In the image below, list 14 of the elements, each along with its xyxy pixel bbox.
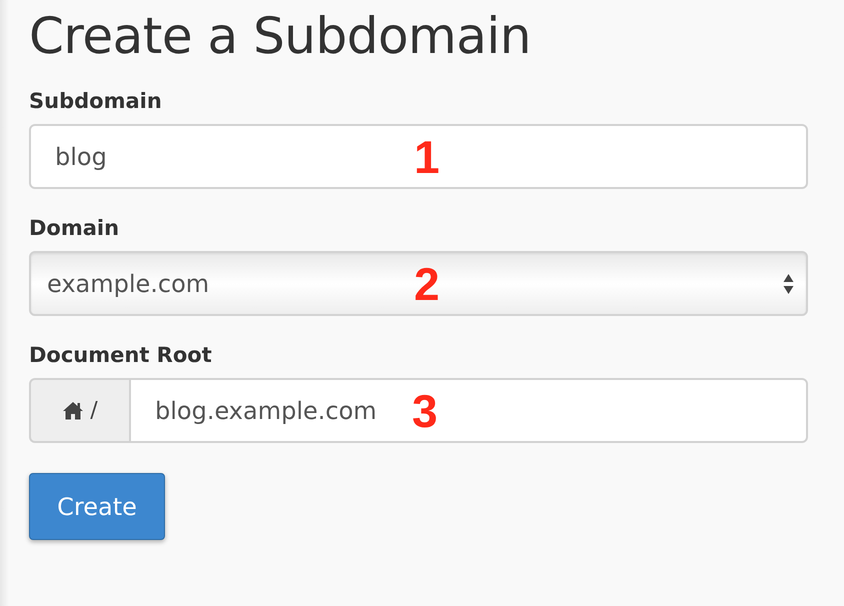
page-title: Create a Subdomain [29,6,532,66]
callout-number: 1 [414,130,440,184]
domain-select[interactable]: example.com 2 [29,251,808,316]
callout-number: 3 [412,384,438,438]
field-label: Subdomain [29,88,163,114]
field-label: Domain [29,215,120,241]
field-label: Document Root [29,342,213,368]
callout-number: 2 [414,257,440,311]
home-icon [62,401,84,420]
path-separator: / [90,398,98,423]
input-field[interactable]: blog 1 [29,124,808,189]
create-button[interactable]: Create [29,473,165,540]
select-arrows-icon [783,273,794,295]
input-field[interactable]: blog.example.com 3 [129,378,808,443]
